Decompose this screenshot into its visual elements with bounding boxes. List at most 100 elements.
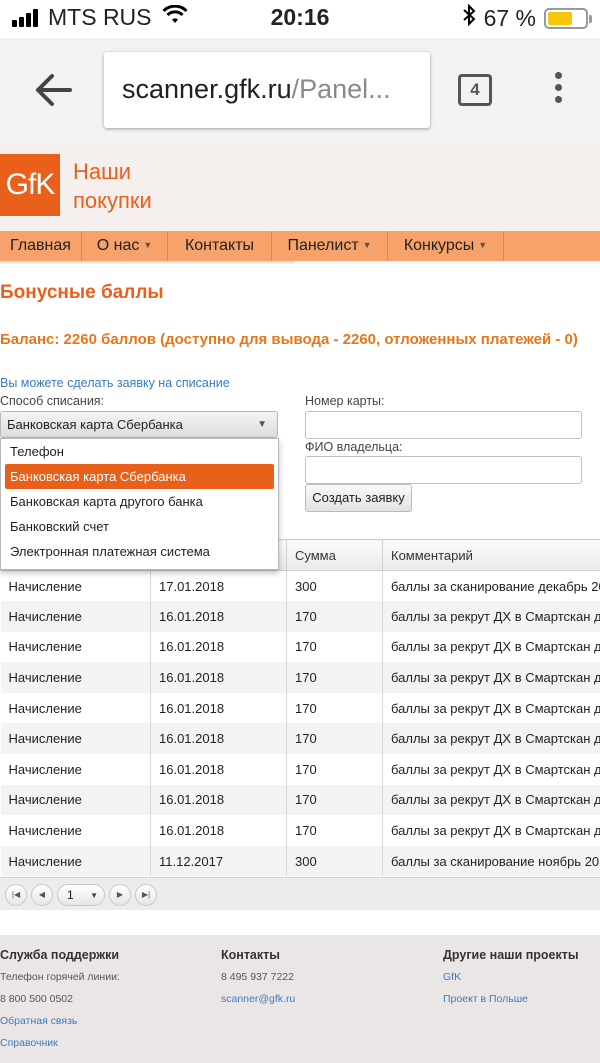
caret-down-icon: ▼	[143, 240, 153, 250]
tab-switcher-button[interactable]: 4	[458, 74, 492, 106]
cell-type: Начисление	[0, 601, 151, 632]
cell-date: 16.01.2018	[150, 754, 287, 785]
table-row: Начисление 16.01.2018 170 баллы за рекрут Д…	[0, 662, 600, 693]
cell-comment: баллы за рекрут ДХ в Смартскан д	[382, 815, 600, 846]
footer-projects-column: Другие наши проекты GfK Проект в Польше	[443, 948, 579, 1015]
project-poland-link[interactable]: Проект в Польше	[443, 993, 579, 1015]
cell-comment: баллы за рекрут ДХ в Смартскан д	[382, 631, 600, 663]
table-row: Начисление 16.01.2018 170 баллы за рекрут Д…	[0, 815, 600, 846]
nav-item-label: Панелист	[287, 237, 359, 254]
cell-amount: 170	[286, 784, 383, 816]
next-page-icon[interactable]: ▶	[109, 884, 131, 906]
column-header-amount[interactable]: Сумма	[286, 539, 383, 571]
site-footer: Служба поддержки Телефон горячей линии: …	[0, 935, 600, 1063]
method-selected-value: Банковская карта Сбербанка	[7, 417, 183, 432]
cell-amount: 300	[286, 570, 383, 602]
cell-amount: 170	[286, 754, 383, 785]
owner-name-input[interactable]	[305, 456, 582, 484]
last-page-icon[interactable]: ▶|	[135, 884, 157, 906]
request-link[interactable]: Вы можете сделать заявку на списание	[0, 376, 230, 390]
site-title[interactable]: Наши покупки	[73, 157, 152, 215]
cell-type: Начисление	[0, 845, 151, 877]
cell-comment: баллы за рекрут ДХ в Смартскан д	[382, 754, 600, 785]
site-title-line2: покупки	[73, 188, 152, 213]
method-select[interactable]: Банковская карта Сбербанка ▼	[0, 411, 278, 438]
footer-support-column: Служба поддержки Телефон горячей линии: …	[0, 948, 120, 1059]
nav-item-contests[interactable]: Конкурсы ▼	[388, 231, 504, 261]
cell-amount: 170	[286, 662, 383, 693]
caret-down-icon: ▼	[90, 891, 98, 900]
bluetooth-icon	[462, 3, 476, 32]
status-bar: MTS RUS 20:16 67 %	[0, 0, 600, 38]
table-row: Начисление 16.01.2018 170 баллы за рекрут Д…	[0, 601, 600, 632]
gfk-logo[interactable]: GfK	[0, 154, 60, 216]
reference-link[interactable]: Справочник	[0, 1037, 120, 1059]
caret-down-icon: ▼	[362, 240, 372, 250]
cell-type: Начисление	[0, 723, 151, 755]
method-label: Способ списания:	[0, 394, 105, 408]
site-title-line1: Наши	[73, 159, 132, 184]
cell-date: 16.01.2018	[150, 662, 287, 693]
browser-toolbar: scanner.gfk.ru/Panel... 4	[0, 38, 600, 141]
battery-percent: 67 %	[483, 4, 536, 31]
cell-date: 16.01.2018	[150, 692, 287, 724]
nav-item-home[interactable]: Главная	[0, 231, 82, 261]
site-header: GfK Наши покупки	[0, 141, 600, 231]
method-dropdown-list: Телефон Банковская карта Сбербанка Банко…	[0, 438, 279, 570]
dropdown-option-phone[interactable]: Телефон	[1, 439, 278, 464]
cell-amount: 170	[286, 601, 383, 632]
nav-item-about[interactable]: О нас ▼	[82, 231, 168, 261]
footer-support-heading: Служба поддержки	[0, 948, 120, 962]
feedback-link[interactable]: Обратная связь	[0, 1015, 120, 1037]
web-page: GfK Наши покупки Главная О нас ▼ Контакты…	[0, 141, 600, 1063]
cell-comment: баллы за рекрут ДХ в Смартскан д	[382, 601, 600, 632]
hotline-label: Телефон горячей линии:	[0, 971, 120, 983]
table-row: Начисление 16.01.2018 170 баллы за рекрут Д…	[0, 723, 600, 755]
cell-comment: баллы за рекрут ДХ в Смартскан д	[382, 662, 600, 693]
owner-name-label: ФИО владельца:	[305, 440, 403, 454]
project-gfk-link[interactable]: GfK	[443, 971, 579, 993]
url-host: scanner.gfk.ru	[122, 74, 292, 104]
caret-down-icon: ▼	[257, 419, 267, 430]
first-page-icon[interactable]: |◀	[5, 884, 27, 906]
nav-item-label: Конкурсы	[403, 237, 475, 254]
dropdown-option-sberbank-card[interactable]: Банковская карта Сбербанка	[5, 464, 274, 489]
dropdown-option-bank-account[interactable]: Банковский счет	[1, 514, 278, 539]
nav-shadow	[0, 261, 295, 265]
footer-contacts-heading: Контакты	[221, 948, 280, 962]
cell-amount: 170	[286, 631, 383, 663]
nav-item-contacts[interactable]: Контакты	[168, 231, 272, 261]
prev-page-icon[interactable]: ◀	[31, 884, 53, 906]
contact-phone: 8 495 937 7222	[221, 971, 294, 983]
balance-text: Баланс: 2260 баллов (доступно для вывода…	[0, 331, 578, 348]
cell-date: 16.01.2018	[150, 631, 287, 663]
cell-type: Начисление	[0, 784, 151, 816]
dropdown-option-e-payment[interactable]: Электронная платежная система	[1, 539, 278, 564]
cell-type: Начисление	[0, 662, 151, 693]
table-row: Начисление 16.01.2018 170 баллы за рекрут Д…	[0, 631, 600, 663]
card-number-input[interactable]	[305, 411, 582, 439]
create-request-button[interactable]: Создать заявку	[305, 484, 412, 512]
nav-item-panelist[interactable]: Панелист ▼	[272, 231, 388, 261]
cell-amount: 170	[286, 815, 383, 846]
overflow-menu-icon[interactable]	[548, 72, 568, 108]
cell-date: 16.01.2018	[150, 815, 287, 846]
table-row: Начисление 16.01.2018 170 баллы за рекрут Д…	[0, 692, 600, 724]
page-title: Бонусные баллы	[0, 282, 164, 303]
contact-email-link[interactable]: scanner@gfk.ru	[221, 993, 295, 1015]
dropdown-option-other-bank-card[interactable]: Банковская карта другого банка	[1, 489, 278, 514]
card-number-label: Номер карты:	[305, 394, 385, 408]
page-number: 1	[67, 888, 74, 902]
cell-amount: 300	[286, 845, 383, 877]
nav-item-label: Главная	[10, 237, 71, 254]
caret-down-icon: ▼	[478, 240, 488, 250]
address-bar[interactable]: scanner.gfk.ru/Panel...	[104, 52, 430, 128]
table-row: Начисление 17.01.2018 300 баллы за сканиров…	[0, 570, 600, 602]
column-header-comment[interactable]: Комментарий	[382, 539, 600, 571]
page-select[interactable]: 1 ▼	[57, 884, 105, 906]
cell-comment: баллы за рекрут ДХ в Смартскан д	[382, 723, 600, 755]
url-path: /Panel...	[291, 74, 391, 104]
back-arrow-icon[interactable]	[30, 70, 76, 110]
nav-item-label: Контакты	[184, 237, 255, 254]
table-row: Начисление 16.01.2018 170 баллы за рекрут Д…	[0, 784, 600, 816]
